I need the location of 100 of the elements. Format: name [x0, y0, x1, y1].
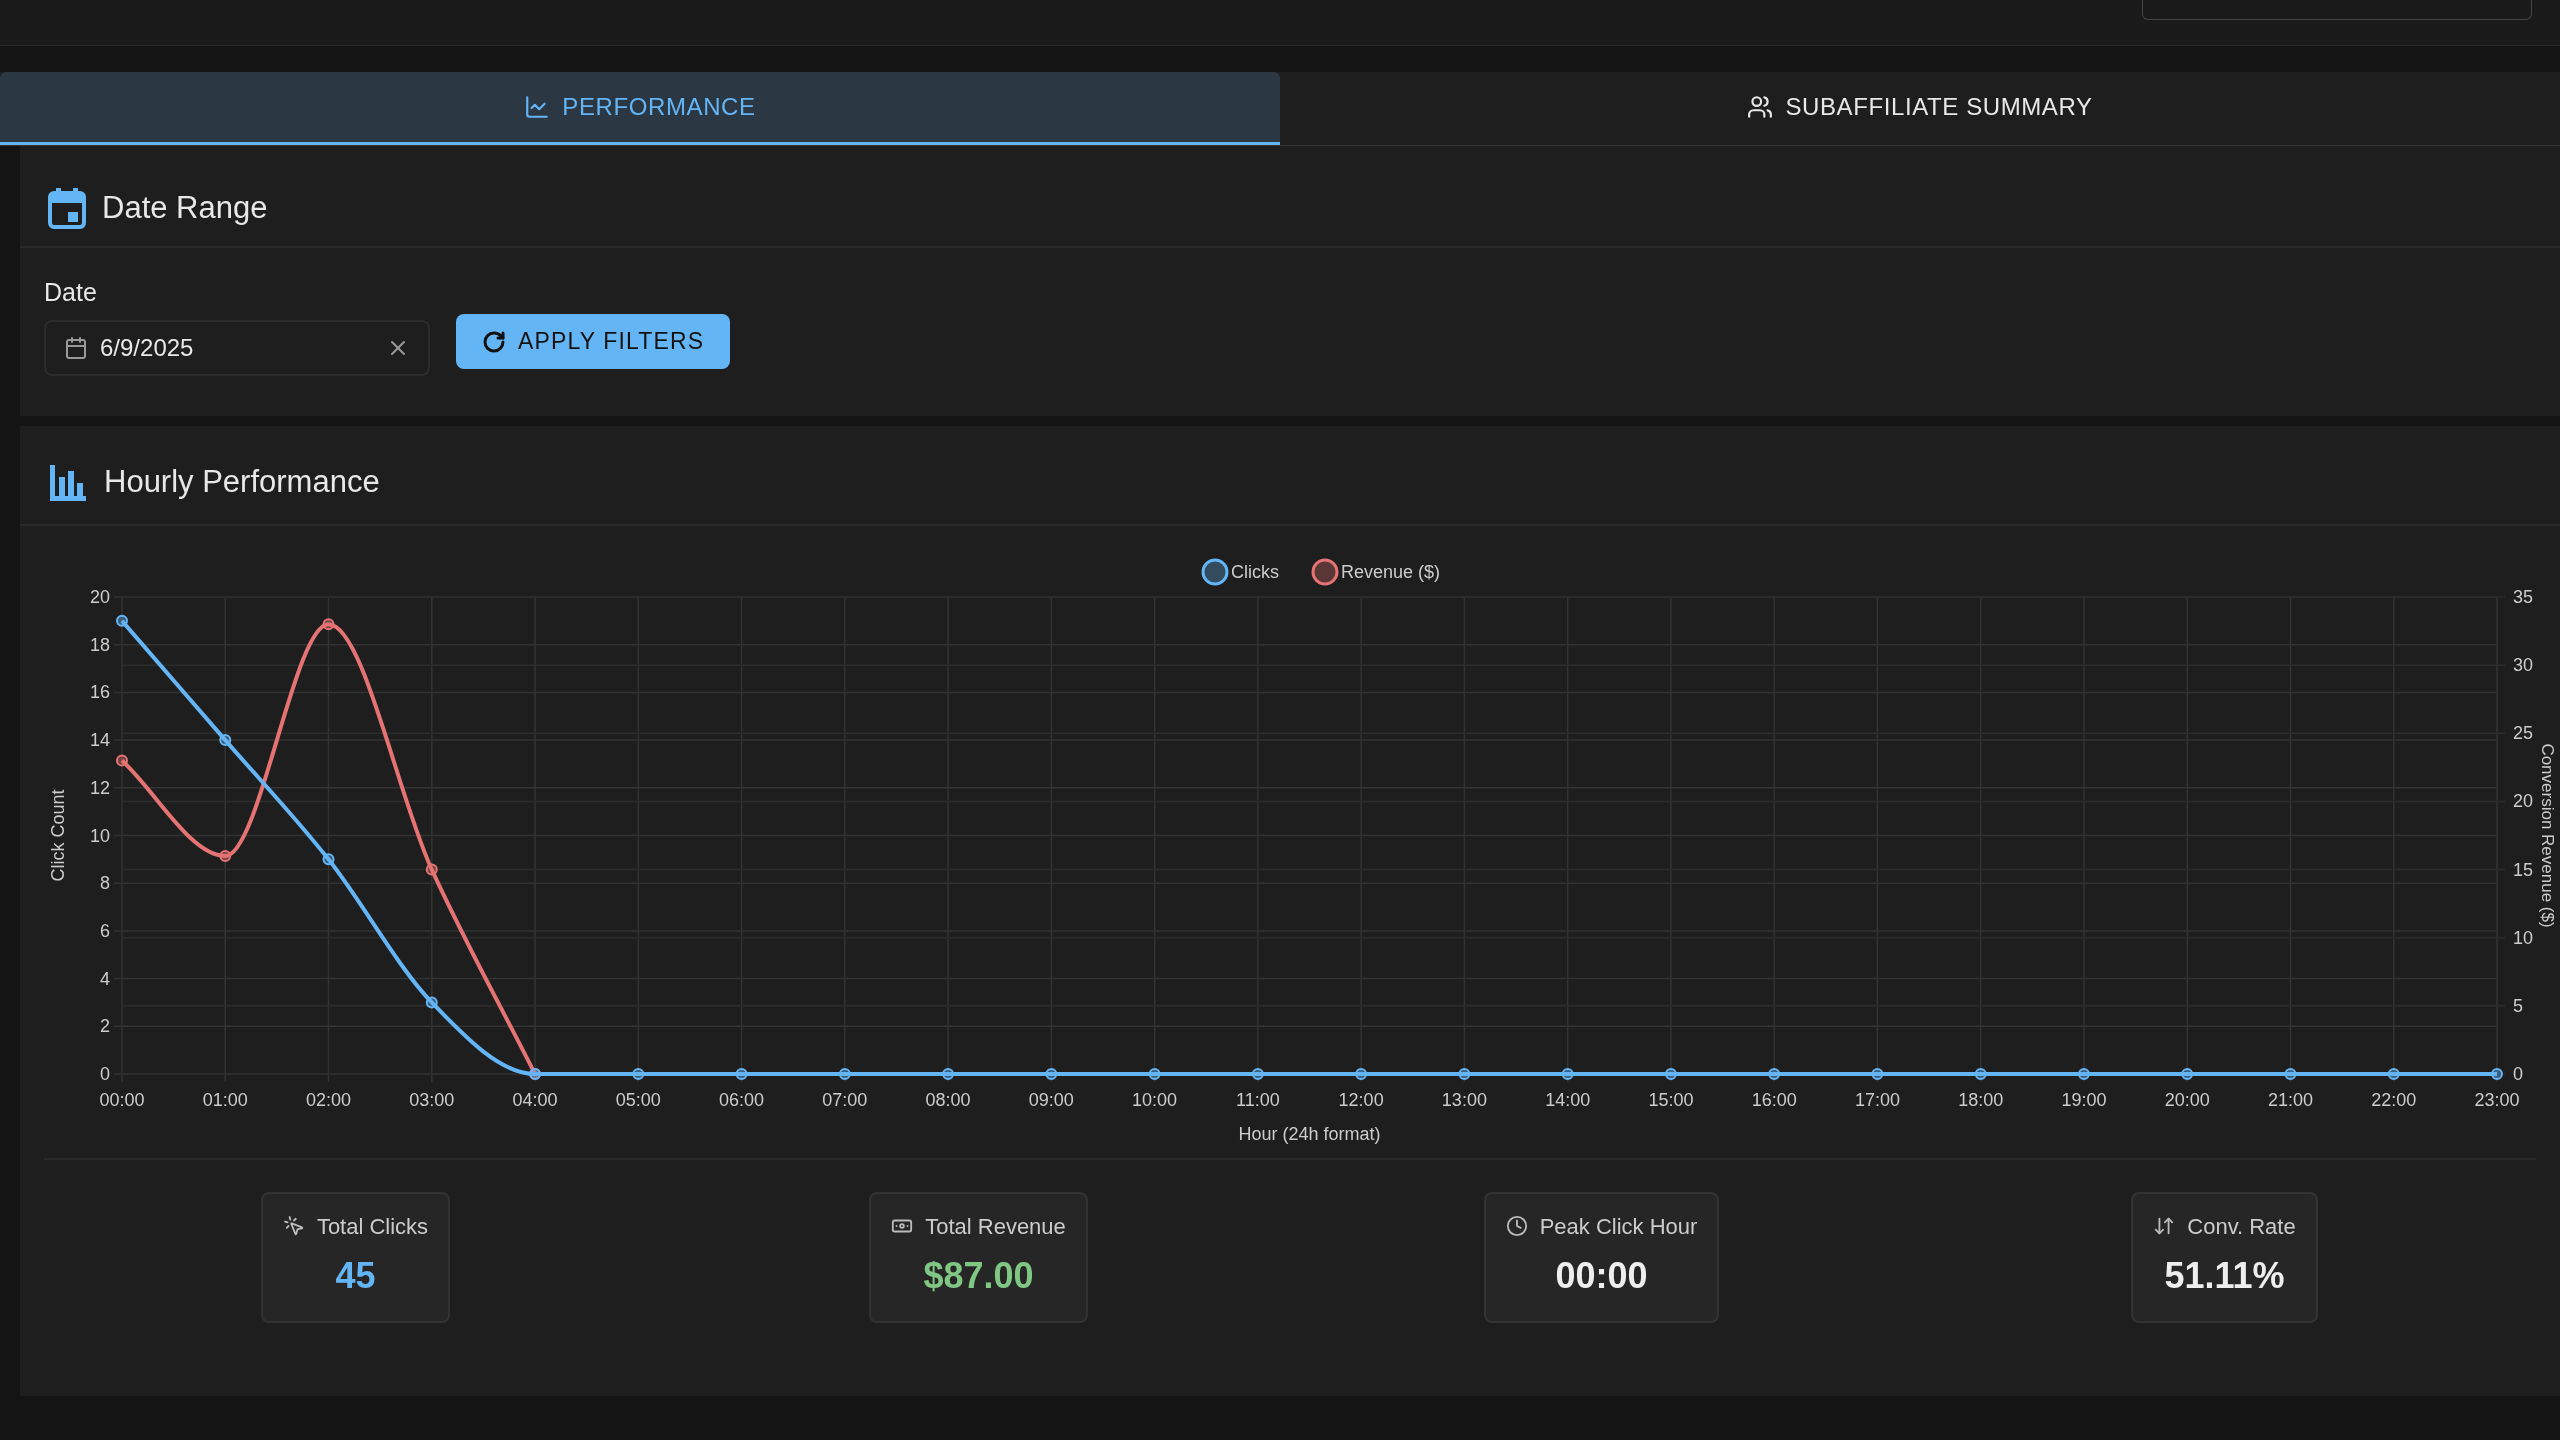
legend-item[interactable]: Clicks — [1201, 558, 1279, 585]
point — [2491, 1067, 2503, 1080]
legend-item[interactable]: Revenue ($) — [1311, 558, 1441, 585]
axis-tick-label: 6 — [100, 920, 110, 941]
point — [942, 1067, 955, 1080]
axis-tick-label: 2 — [100, 1015, 110, 1036]
axis-tick-label: 10 — [89, 825, 110, 845]
tab[interactable]: PERFORMANCE — [0, 72, 1280, 145]
point — [1561, 1067, 1574, 1080]
axis-tick-label: 0 — [2513, 1063, 2523, 1084]
point — [1045, 1067, 1058, 1080]
tab[interactable]: SUBAFFILIATE SUMMARY — [1280, 72, 2560, 145]
axis-tick-label: 03:00 — [409, 1089, 455, 1110]
point — [219, 849, 232, 862]
point — [1768, 1067, 1781, 1080]
axis-tick-label: 13:00 — [1441, 1089, 1487, 1110]
axis-tick-label: 25 — [2513, 722, 2534, 743]
point — [735, 1067, 748, 1080]
axis-tick-label: 10 — [2513, 927, 2534, 948]
point — [2387, 1067, 2400, 1080]
section-title: Date Range — [102, 188, 268, 227]
axis-tick-label: 15:00 — [1648, 1089, 1694, 1110]
point — [116, 754, 128, 767]
stat-value: $87.00 — [923, 1253, 1034, 1298]
apply-filters-button[interactable]: APPLY FILTERS — [456, 314, 731, 369]
axis-tick-label: 21:00 — [2267, 1089, 2313, 1110]
axis-tick-label: 23:00 — [2474, 1089, 2520, 1110]
point — [425, 995, 438, 1008]
axis-title: Click Count — [48, 789, 68, 881]
point — [1871, 1067, 1884, 1080]
legend-label: Revenue ($) — [1341, 561, 1441, 582]
axis-tick-label: 12:00 — [1338, 1089, 1384, 1110]
clock-icon — [1505, 1215, 1528, 1237]
axis-tick-label: 0 — [100, 1063, 110, 1084]
point — [1148, 1067, 1161, 1080]
axis-tick-label: 05:00 — [615, 1089, 661, 1110]
axis-tick-label: 02:00 — [306, 1089, 352, 1110]
axis-tick-label: 35 — [2513, 586, 2534, 607]
axis-tick-label: 09:00 — [1028, 1089, 1074, 1110]
axis-tick-label: 30 — [2513, 654, 2534, 675]
input-field[interactable] — [2142, 0, 2532, 20]
axis-tick-label: 00:00 — [99, 1089, 145, 1110]
axis-tick-label: 11:00 — [1236, 1089, 1280, 1110]
axis-tick-label: 14:00 — [1545, 1089, 1591, 1110]
point — [2077, 1067, 2090, 1080]
point — [1974, 1067, 1987, 1080]
legend-label: Clicks — [1231, 561, 1279, 582]
axis-tick-label: 20 — [89, 586, 110, 607]
point — [1355, 1067, 1368, 1080]
point — [219, 733, 232, 746]
users-icon — [1747, 94, 1774, 120]
point — [632, 1067, 645, 1080]
axis-tick-label: 18 — [89, 634, 110, 655]
stat-value: 00:00 — [1555, 1253, 1648, 1298]
point — [1458, 1067, 1471, 1080]
field-label: Date — [44, 277, 97, 308]
axis-tick-label: 4 — [100, 968, 110, 989]
axis-tick-label: 16 — [89, 681, 110, 702]
point — [1664, 1067, 1677, 1080]
refresh-icon — [482, 329, 506, 354]
axis-tick-label: 20:00 — [2164, 1089, 2210, 1110]
stat-value: 45 — [335, 1253, 376, 1298]
axis-tick-label: 08:00 — [925, 1089, 971, 1110]
pointer-click-icon — [282, 1215, 305, 1237]
point — [116, 614, 128, 627]
axis-tick-label: 12 — [89, 777, 110, 798]
point — [322, 617, 335, 630]
date-field[interactable]: 6/9/2025 — [44, 319, 430, 376]
section-title: Hourly Performance — [104, 463, 380, 502]
stat-label: Peak Click Hour — [1539, 1212, 1698, 1241]
axis-title: Hour (24h format) — [1238, 1123, 1381, 1144]
point — [425, 863, 438, 876]
stat-label: Total Clicks — [316, 1212, 429, 1241]
axis-tick-label: 04:00 — [512, 1089, 558, 1110]
axis-tick-label: 19:00 — [2061, 1089, 2107, 1110]
axis-tick-label: 20 — [2513, 790, 2534, 811]
axis-tick-label: 10:00 — [1132, 1089, 1178, 1110]
stat-value: 51.11% — [2164, 1253, 2285, 1298]
line-chart-icon — [524, 94, 551, 120]
bar-chart-icon — [48, 462, 88, 503]
axis-tick-label: 8 — [100, 872, 110, 893]
point — [2284, 1067, 2297, 1080]
point — [838, 1067, 851, 1080]
calendar-icon — [48, 187, 86, 229]
axis-tick-label: 06:00 — [719, 1089, 765, 1110]
axis-tick-label: 01:00 — [202, 1089, 248, 1110]
axis-tick-label: 22:00 — [2371, 1089, 2417, 1110]
point — [2181, 1067, 2194, 1080]
axis-tick-label: 18:00 — [1958, 1089, 2004, 1110]
stat-label: Conv. Rate — [2187, 1212, 2296, 1241]
axis-title: Conversion Revenue ($) — [2538, 742, 2557, 928]
calendar-icon — [64, 335, 88, 360]
point — [322, 852, 335, 865]
stat-label: Total Revenue — [925, 1212, 1066, 1241]
point — [1251, 1067, 1264, 1080]
axis-tick-label: 14 — [89, 729, 110, 750]
axis-tick-label: 16:00 — [1751, 1089, 1797, 1110]
axis-tick-label: 17:00 — [1854, 1089, 1900, 1110]
arrows-icon — [2153, 1215, 2176, 1237]
axis-tick-label: 07:00 — [822, 1089, 868, 1110]
